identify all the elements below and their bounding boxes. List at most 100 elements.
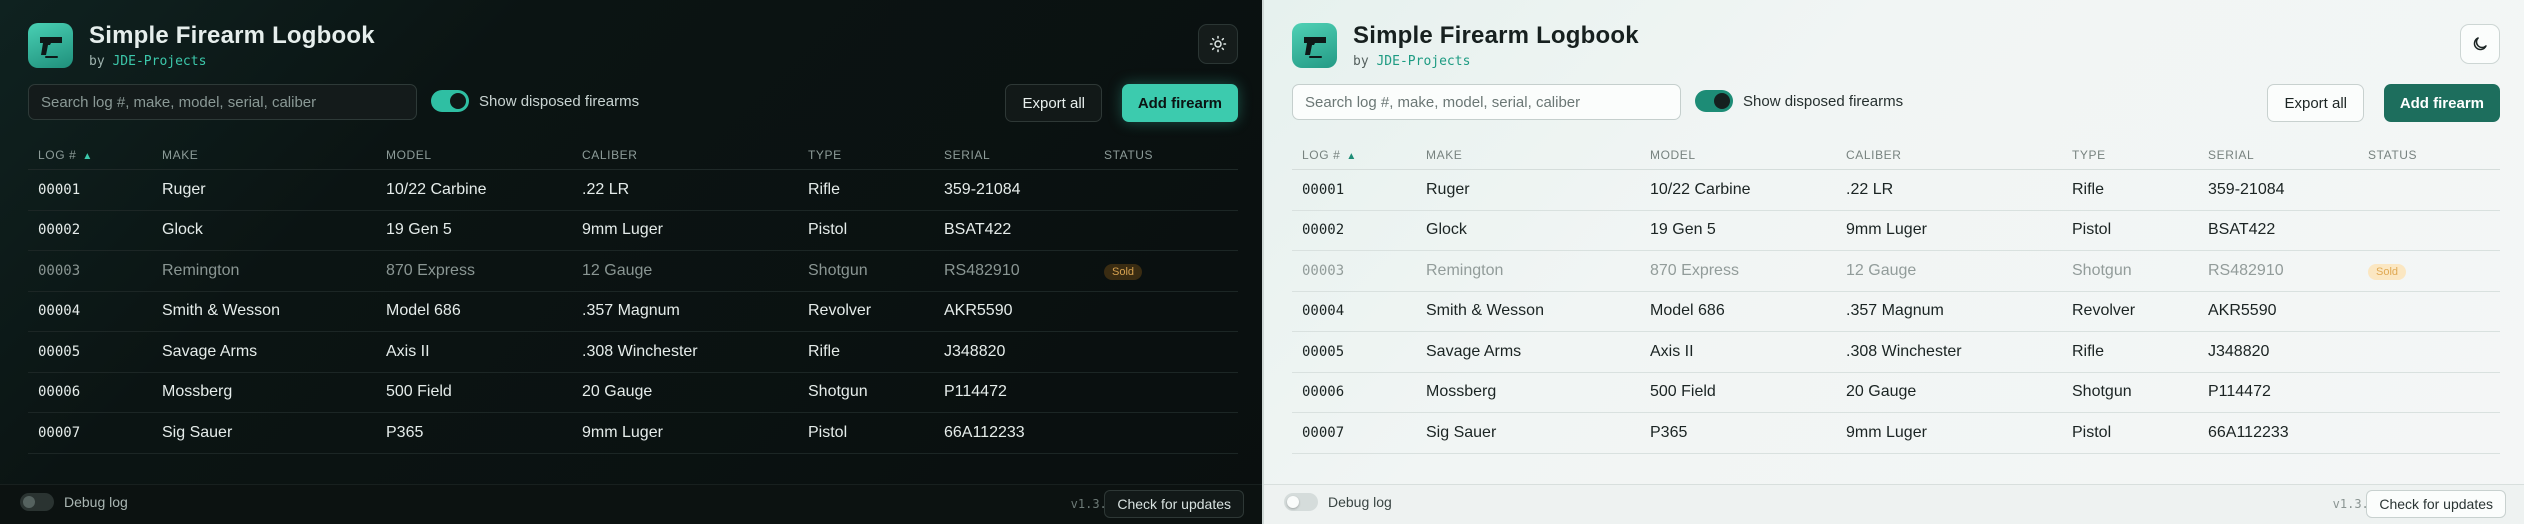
table-row[interactable]: 00006 Mossberg 500 Field 20 Gauge Shotgu…	[28, 373, 1238, 413]
search-input[interactable]	[1292, 84, 1681, 120]
table-row[interactable]: 00001 Ruger 10/22 Carbine .22 LR Rifle 3…	[1292, 170, 2500, 211]
cell-caliber: .22 LR	[1846, 180, 1894, 198]
cell-serial: 359-21084	[944, 180, 1021, 198]
table-row[interactable]: 00005 Savage Arms Axis II .308 Wincheste…	[1292, 332, 2500, 373]
cell-serial: AKR5590	[2208, 302, 2277, 320]
table-row[interactable]: 00004 Smith & Wesson Model 686 .357 Magn…	[1292, 292, 2500, 332]
column-header-type[interactable]: Type	[2062, 148, 2198, 162]
show-disposed-toggle[interactable]: Show disposed firearms	[1695, 90, 1903, 112]
cell-make: Smith & Wesson	[1426, 302, 1544, 320]
check-updates-button[interactable]: Check for updates	[1104, 490, 1244, 518]
table-row[interactable]: 00007 Sig Sauer P365 9mm Luger Pistol 66…	[1292, 413, 2500, 454]
cell-model: 500 Field	[1650, 383, 1716, 401]
table-row[interactable]: 00003 Remington 870 Express 12 Gauge Sho…	[1292, 251, 2500, 292]
table-header: Log # ▲ Make Model Caliber Type Serial St…	[1292, 140, 2500, 170]
show-disposed-switch[interactable]	[1695, 90, 1733, 112]
author-link[interactable]: JDE-Projects	[1376, 54, 1470, 69]
cell-model: Model 686	[386, 302, 461, 320]
cell-caliber: 9mm Luger	[1846, 221, 1927, 239]
cell-serial: BSAT422	[944, 221, 1012, 239]
show-disposed-toggle[interactable]: Show disposed firearms	[431, 90, 639, 112]
app-header: Simple Firearm Logbook by JDE-Projects	[1292, 22, 1639, 69]
cell-log-number: 00003	[38, 262, 81, 279]
table-row[interactable]: 00007 Sig Sauer P365 9mm Luger Pistol 66…	[28, 413, 1238, 454]
column-header-status[interactable]: Status	[1094, 148, 1238, 162]
app-byline: by JDE-Projects	[89, 54, 375, 69]
table-body: 00001 Ruger 10/22 Carbine .22 LR Rifle 3…	[28, 170, 1238, 454]
cell-serial: 66A112233	[2208, 423, 2289, 441]
table-row[interactable]: 00003 Remington 870 Express 12 Gauge Sho…	[28, 251, 1238, 292]
column-header-make[interactable]: Make	[152, 148, 376, 162]
cell-model: Model 686	[1650, 302, 1725, 320]
column-header-model[interactable]: Model	[376, 148, 572, 162]
cell-model: Axis II	[1650, 342, 1694, 360]
table-row[interactable]: 00001 Ruger 10/22 Carbine .22 LR Rifle 3…	[28, 170, 1238, 211]
debug-log-toggle[interactable]: Debug log	[20, 493, 128, 511]
cell-serial: 359-21084	[2208, 180, 2285, 198]
column-header-log[interactable]: Log # ▲	[1292, 148, 1416, 162]
column-header-serial[interactable]: Serial	[2198, 148, 2358, 162]
app-title: Simple Firearm Logbook	[89, 22, 375, 49]
debug-log-toggle[interactable]: Debug log	[1284, 493, 1392, 511]
debug-log-switch[interactable]	[20, 493, 54, 511]
cell-make: Savage Arms	[162, 342, 258, 360]
cell-make: Glock	[1426, 221, 1467, 239]
debug-log-label: Debug log	[1328, 494, 1392, 510]
cell-model: 870 Express	[1650, 261, 1739, 279]
cell-type: Pistol	[2072, 221, 2112, 239]
theme-toggle-button[interactable]	[1198, 24, 1238, 64]
cell-type: Rifle	[2072, 180, 2105, 198]
add-firearm-button[interactable]: Add firearm	[1121, 84, 1238, 122]
cell-model: P365	[1650, 423, 1688, 441]
cell-model: Axis II	[386, 342, 430, 360]
app-window-dark: Simple Firearm Logbook by JDE-Projects S…	[0, 0, 1262, 524]
column-header-model[interactable]: Model	[1640, 148, 1836, 162]
export-all-button[interactable]: Export all	[1005, 84, 1102, 122]
column-header-caliber[interactable]: Caliber	[572, 148, 798, 162]
switch-knob	[450, 93, 466, 109]
cell-type: Rifle	[808, 180, 841, 198]
cell-log-number: 00005	[1302, 343, 1345, 360]
table-row[interactable]: 00002 Glock 19 Gen 5 9mm Luger Pistol BS…	[28, 211, 1238, 251]
column-header-log[interactable]: Log # ▲	[28, 148, 152, 162]
show-disposed-switch[interactable]	[431, 90, 469, 112]
pistol-logo-icon	[28, 23, 73, 68]
cell-caliber: 12 Gauge	[582, 261, 653, 279]
search-input[interactable]	[28, 84, 417, 120]
column-label: Log #	[38, 147, 77, 162]
column-header-serial[interactable]: Serial	[934, 148, 1094, 162]
check-updates-button[interactable]: Check for updates	[2366, 490, 2506, 518]
export-all-button[interactable]: Export all	[2267, 84, 2364, 122]
table-row[interactable]: 00004 Smith & Wesson Model 686 .357 Magn…	[28, 292, 1238, 332]
cell-log-number: 00005	[38, 343, 81, 360]
table-row[interactable]: 00005 Savage Arms Axis II .308 Wincheste…	[28, 332, 1238, 373]
cell-log-number: 00001	[38, 181, 81, 198]
cell-make: Mossberg	[1426, 383, 1497, 401]
column-header-type[interactable]: Type	[798, 148, 934, 162]
cell-caliber: 9mm Luger	[1846, 423, 1927, 441]
cell-type: Shotgun	[808, 383, 868, 401]
table-row[interactable]: 00002 Glock 19 Gen 5 9mm Luger Pistol BS…	[1292, 211, 2500, 251]
cell-model: 10/22 Carbine	[1650, 180, 1751, 198]
cell-make: Savage Arms	[1426, 342, 1522, 360]
cell-caliber: 20 Gauge	[1846, 383, 1917, 401]
debug-log-label: Debug log	[64, 494, 128, 510]
cell-model: 500 Field	[386, 383, 452, 401]
cell-type: Revolver	[2072, 302, 2136, 320]
column-header-caliber[interactable]: Caliber	[1836, 148, 2062, 162]
cell-type: Pistol	[808, 423, 848, 441]
table-header: Log # ▲ Make Model Caliber Type Serial St…	[28, 140, 1238, 170]
cell-caliber: .357 Magnum	[1846, 302, 1944, 320]
cell-caliber: 20 Gauge	[582, 383, 653, 401]
show-disposed-label: Show disposed firearms	[479, 92, 640, 110]
table-row[interactable]: 00006 Mossberg 500 Field 20 Gauge Shotgu…	[1292, 373, 2500, 413]
column-header-make[interactable]: Make	[1416, 148, 1640, 162]
author-link[interactable]: JDE-Projects	[112, 54, 206, 69]
cell-serial: AKR5590	[944, 302, 1013, 320]
cell-type: Shotgun	[808, 261, 868, 279]
column-header-status[interactable]: Status	[2358, 148, 2500, 162]
theme-toggle-button[interactable]	[2460, 24, 2500, 64]
add-firearm-button[interactable]: Add firearm	[2383, 84, 2500, 122]
cell-serial: J348820	[2208, 342, 2270, 360]
debug-log-switch[interactable]	[1284, 493, 1318, 511]
